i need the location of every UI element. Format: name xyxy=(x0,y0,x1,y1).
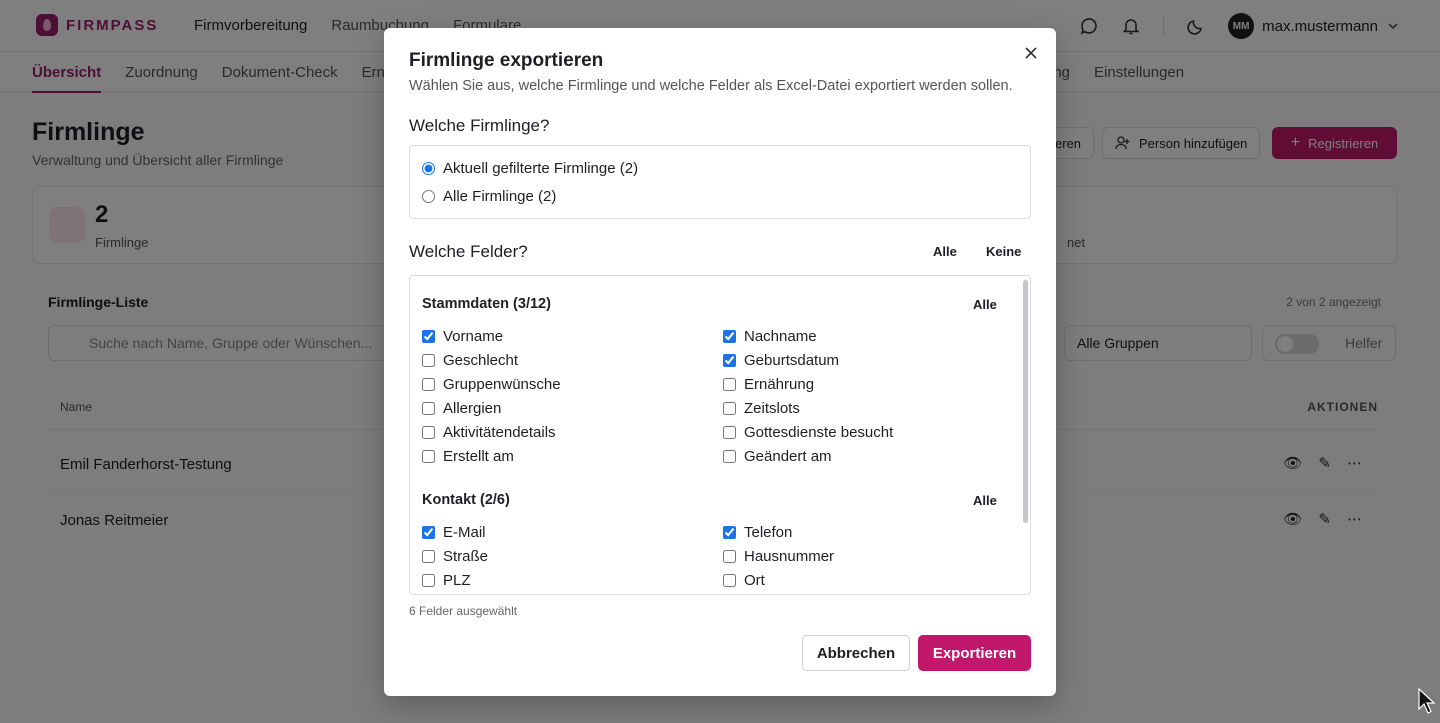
field-checkbox[interactable]: Gottesdienste besucht xyxy=(723,424,893,441)
field-checkbox-label: Nachname xyxy=(744,328,817,345)
field-checkbox-input[interactable] xyxy=(422,550,435,563)
field-checkbox-input[interactable] xyxy=(422,330,435,343)
field-checkbox-label: Straße xyxy=(443,548,489,565)
field-checkbox[interactable]: Geändert am xyxy=(723,448,832,465)
firmlinge-radio-group: Aktuell gefilterte Firmlinge (2) Alle Fi… xyxy=(409,145,1031,219)
field-checkbox-label: Allergien xyxy=(443,400,502,417)
close-icon[interactable] xyxy=(1022,44,1040,62)
select-no-fields-button[interactable]: Keine xyxy=(986,244,1021,259)
field-checkbox[interactable]: Geschlecht xyxy=(422,352,518,369)
field-checkbox-input[interactable] xyxy=(723,402,736,415)
field-checkbox[interactable]: E-Mail xyxy=(422,524,486,541)
field-checkbox-label: PLZ xyxy=(443,572,471,589)
field-checkbox-label: Zeitslots xyxy=(744,400,800,417)
field-checkbox[interactable]: PLZ xyxy=(422,572,471,589)
field-checkbox-label: Gottesdienste besucht xyxy=(744,424,894,441)
field-checkbox[interactable]: Aktivitätendetails xyxy=(422,424,556,441)
field-checkbox-label: Ernährung xyxy=(744,376,815,393)
field-checkbox-label: Telefon xyxy=(744,524,793,541)
field-checkbox[interactable]: Erstellt am xyxy=(422,448,514,465)
field-checkbox-input[interactable] xyxy=(422,354,435,367)
field-checkbox-input[interactable] xyxy=(723,378,736,391)
field-checkbox-label: Erstellt am xyxy=(443,448,514,465)
export-button[interactable]: Exportieren xyxy=(918,635,1031,671)
field-checkbox-label: Aktivitätendetails xyxy=(443,424,556,441)
mouse-cursor-icon xyxy=(1418,688,1436,714)
field-checkbox[interactable]: Hausnummer xyxy=(723,548,834,565)
field-checkbox[interactable]: Telefon xyxy=(723,524,792,541)
group-title-kontakt: Kontakt (2/6) xyxy=(422,492,510,508)
group-stammdaten-all-button[interactable]: Alle xyxy=(973,297,997,312)
field-checkbox-input[interactable] xyxy=(723,574,736,587)
field-checkbox-input[interactable] xyxy=(422,450,435,463)
field-checkbox-input[interactable] xyxy=(723,354,736,367)
field-checkbox[interactable]: Gruppenwünsche xyxy=(422,376,561,393)
field-checkbox-label: Ort xyxy=(744,572,765,589)
selected-fields-count: 6 Felder ausgewählt xyxy=(409,604,518,618)
fields-scrollbar[interactable] xyxy=(1023,280,1028,523)
field-checkbox[interactable]: Geburtsdatum xyxy=(723,352,839,369)
field-checkbox-input[interactable] xyxy=(723,426,736,439)
radio-filtered-input[interactable] xyxy=(422,162,435,175)
field-checkbox-label: Hausnummer xyxy=(744,548,835,565)
group-title-stammdaten: Stammdaten (3/12) xyxy=(422,296,551,312)
field-checkbox-input[interactable] xyxy=(422,426,435,439)
field-checkbox-label: Vorname xyxy=(443,328,504,345)
dialog-description: Wählen Sie aus, welche Firmlinge und wel… xyxy=(409,78,1013,94)
field-checkbox[interactable]: Zeitslots xyxy=(723,400,800,417)
field-checkbox-input[interactable] xyxy=(422,378,435,391)
field-checkbox-input[interactable] xyxy=(723,330,736,343)
field-checkbox-input[interactable] xyxy=(723,550,736,563)
cancel-button[interactable]: Abbrechen xyxy=(802,635,910,671)
field-checkbox-label: Gruppenwünsche xyxy=(443,376,561,393)
field-checkbox[interactable]: Allergien xyxy=(422,400,501,417)
radio-filtered-label: Aktuell gefilterte Firmlinge (2) xyxy=(443,160,639,177)
which-firmlinge-title: Welche Firmlinge? xyxy=(409,116,550,135)
field-checkbox[interactable]: Ort xyxy=(723,572,765,589)
field-checkbox-input[interactable] xyxy=(422,526,435,539)
group-kontakt-all-button[interactable]: Alle xyxy=(973,493,997,508)
field-checkbox-input[interactable] xyxy=(422,402,435,415)
field-checkbox[interactable]: Straße xyxy=(422,548,488,565)
fields-list[interactable]: Stammdaten (3/12) Alle Vorname Nachname Ge… xyxy=(409,275,1031,595)
field-checkbox[interactable]: Ernährung xyxy=(723,376,814,393)
radio-all-label: Alle Firmlinge (2) xyxy=(443,188,557,205)
field-checkbox-input[interactable] xyxy=(723,450,736,463)
field-checkbox-label: Geändert am xyxy=(744,448,832,465)
field-checkbox-label: Geschlecht xyxy=(443,352,519,369)
field-checkbox[interactable]: Vorname xyxy=(422,328,503,345)
dialog-title: Firmlinge exportieren xyxy=(409,50,604,71)
radio-filtered[interactable]: Aktuell gefilterte Firmlinge (2) xyxy=(422,160,638,177)
field-checkbox[interactable]: Nachname xyxy=(723,328,817,345)
field-checkbox-input[interactable] xyxy=(422,574,435,587)
field-checkbox-label: Geburtsdatum xyxy=(744,352,840,369)
export-dialog: Firmlinge exportieren Wählen Sie aus, we… xyxy=(384,28,1056,696)
radio-all[interactable]: Alle Firmlinge (2) xyxy=(422,188,556,205)
which-fields-title: Welche Felder? xyxy=(409,242,528,261)
field-checkbox-label: E-Mail xyxy=(443,524,486,541)
field-checkbox-input[interactable] xyxy=(723,526,736,539)
select-all-fields-button[interactable]: Alle xyxy=(933,244,957,259)
radio-all-input[interactable] xyxy=(422,190,435,203)
